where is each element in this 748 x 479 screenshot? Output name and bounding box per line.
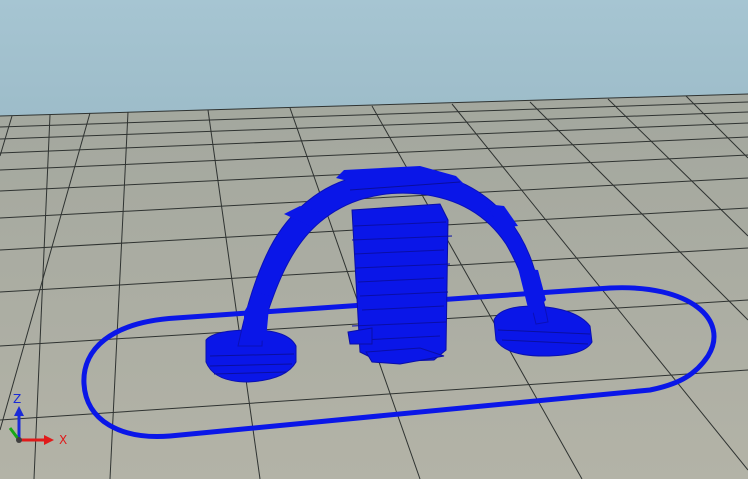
z-axis-label: Z (13, 392, 21, 406)
support-column (347, 203, 453, 365)
axis-origin (16, 437, 22, 443)
x-axis-label: X (59, 433, 67, 447)
scene-canvas[interactable]: Z X (0, 0, 748, 479)
3d-viewport[interactable]: Z X (0, 0, 748, 479)
